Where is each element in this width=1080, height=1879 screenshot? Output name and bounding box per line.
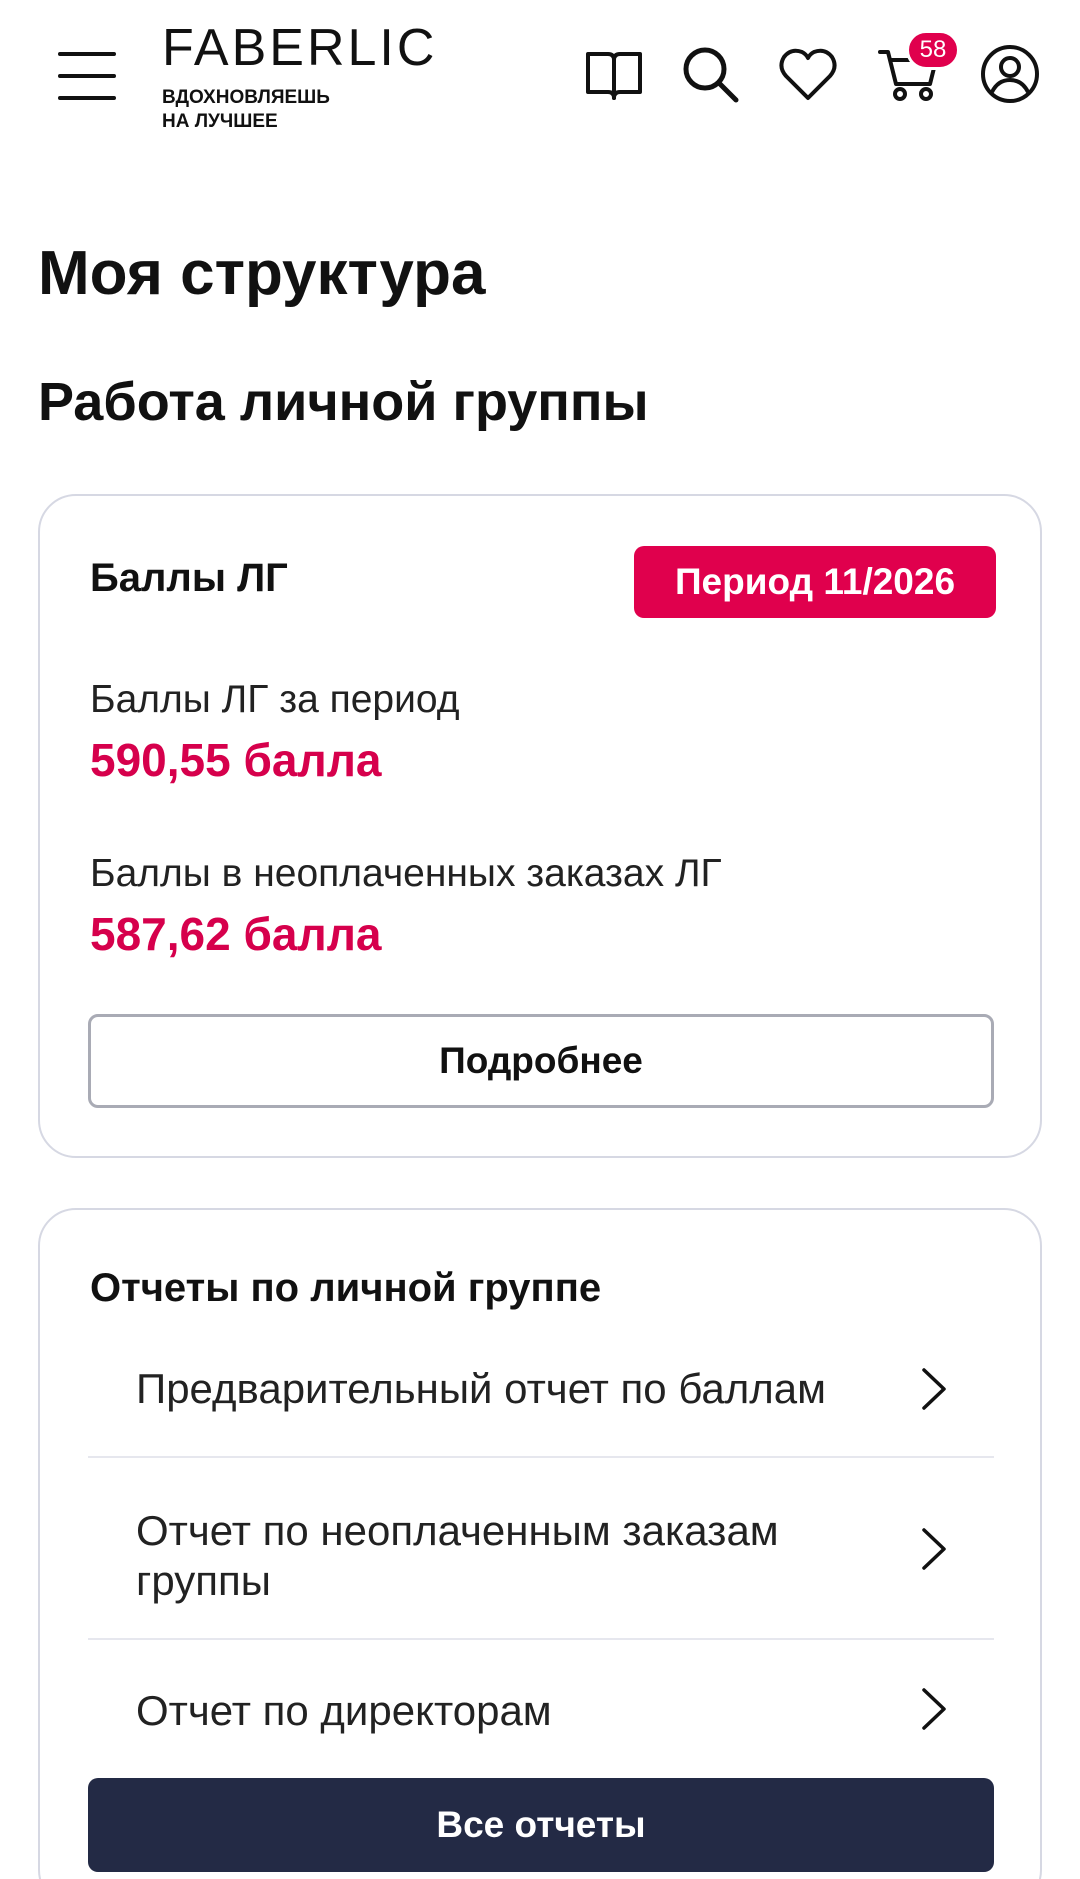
chevron-right-icon	[922, 1688, 946, 1730]
report-item-unpaid-orders[interactable]: Отчет по неоплаченным заказам группы	[88, 1458, 994, 1638]
report-item-label: Отчет по неоплаченным заказам группы	[136, 1507, 779, 1604]
report-item-label: Предварительный отчет по баллам	[136, 1365, 827, 1412]
period-badge: Период 11/2026	[634, 546, 996, 618]
section-title: Работа личной группы	[38, 372, 649, 432]
logo-tagline-line-1: ВДОХНОВЛЯЕШЬ	[162, 87, 330, 108]
search-icon[interactable]	[674, 38, 746, 110]
page-title: Моя структура	[38, 239, 486, 308]
logo-tagline-line-2: НА ЛУЧШЕЕ	[162, 111, 278, 132]
top-header: FABERLIC ВДОХНОВЛЯЕШЬ НА ЛУЧШЕЕ 58	[0, 0, 1080, 150]
menu-icon[interactable]	[58, 50, 118, 102]
group-reports-card: Отчеты по личной группе Предварительный …	[38, 1208, 1042, 1879]
period-points-label: Баллы ЛГ за период	[90, 678, 460, 721]
logo-name: FABERLIC	[162, 19, 438, 77]
logo-tagline: ВДОХНОВЛЯЕШЬ НА ЛУЧШЕЕ	[162, 86, 437, 134]
details-button[interactable]: Подробнее	[88, 1014, 994, 1108]
all-reports-button[interactable]: Все отчеты	[88, 1778, 994, 1872]
group-points-card: Баллы ЛГ Период 11/2026 Баллы ЛГ за пери…	[38, 494, 1042, 1158]
unpaid-points-label: Баллы в неоплаченных заказах ЛГ	[90, 852, 722, 895]
heart-icon[interactable]	[772, 38, 844, 110]
report-item-preliminary-points[interactable]: Предварительный отчет по баллам	[88, 1346, 994, 1432]
group-points-title: Баллы ЛГ	[90, 556, 288, 600]
group-reports-title: Отчеты по личной группе	[90, 1266, 602, 1310]
report-item-directors[interactable]: Отчет по директорам	[88, 1640, 994, 1770]
cart-count-badge: 58	[906, 30, 960, 70]
period-points-value: 590,55 балла	[90, 734, 382, 786]
chevron-right-icon	[922, 1528, 946, 1570]
chevron-right-icon	[922, 1368, 946, 1410]
unpaid-points-value: 587,62 балла	[90, 908, 382, 960]
profile-icon[interactable]	[974, 38, 1046, 110]
catalog-book-icon[interactable]	[578, 38, 650, 110]
page: FABERLIC ВДОХНОВЛЯЕШЬ НА ЛУЧШЕЕ 58 Моя с…	[0, 0, 1080, 1879]
faberlic-logo[interactable]: FABERLIC ВДОХНОВЛЯЕШЬ НА ЛУЧШЕЕ	[162, 22, 437, 134]
report-item-label: Отчет по директорам	[136, 1687, 552, 1734]
